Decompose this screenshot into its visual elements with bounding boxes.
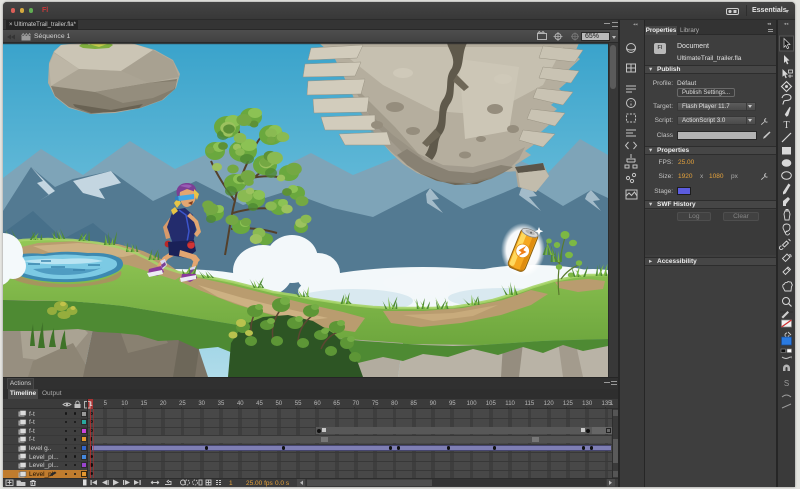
svg-text:0.0 s: 0.0 s xyxy=(275,480,290,487)
svg-text:◂◂: ◂◂ xyxy=(784,21,789,26)
svg-text:S: S xyxy=(784,379,789,388)
svg-text:1: 1 xyxy=(229,480,233,487)
svg-text:T: T xyxy=(783,120,789,131)
svg-text:◂◂: ◂◂ xyxy=(633,22,638,27)
svg-text:25.00 fps: 25.00 fps xyxy=(246,480,273,487)
